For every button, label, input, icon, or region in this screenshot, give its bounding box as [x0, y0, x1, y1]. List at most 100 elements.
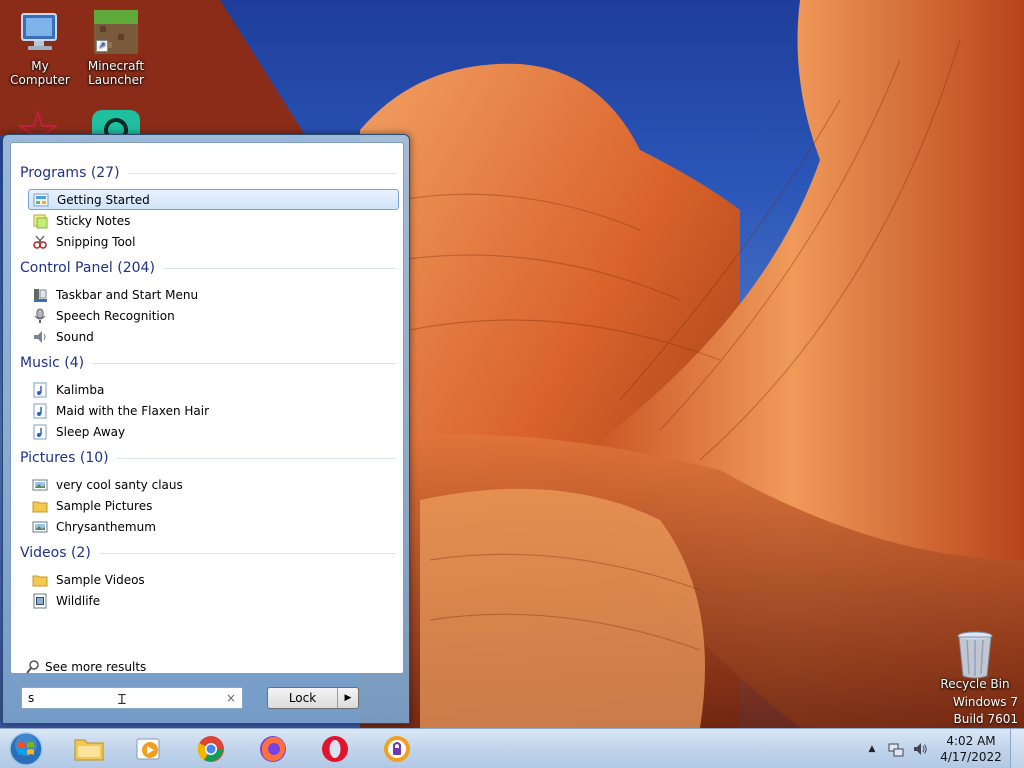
taskbar-clock[interactable]: 4:02 AM 4/17/2022 — [932, 733, 1010, 765]
desktop-icon-partial-star[interactable] — [18, 110, 58, 134]
result-item-maid-flaxen-hair[interactable]: Maid with the Flaxen Hair — [28, 400, 399, 421]
folder-icon — [32, 572, 48, 588]
power-options-arrow-button[interactable]: ▶ — [338, 688, 358, 708]
music-file-icon — [32, 382, 48, 398]
desktop-icon-my-computer[interactable]: My Computer — [0, 8, 80, 87]
category-header-music[interactable]: Music (4) — [20, 353, 396, 373]
start-menu: Programs (27) Getting Started Sticky Not… — [2, 134, 410, 724]
windows-logo-icon — [9, 732, 43, 766]
star-icon — [18, 110, 58, 134]
firefox-icon — [260, 736, 286, 762]
taskbar-opera-button[interactable] — [308, 732, 362, 766]
start-search-box[interactable]: Ɪ × — [21, 687, 243, 709]
desktop-icon-partial-app[interactable] — [92, 110, 142, 134]
result-item-sleep-away[interactable]: Sleep Away — [28, 421, 399, 442]
sticky-notes-icon — [32, 213, 48, 229]
result-label: Chrysanthemum — [56, 519, 156, 534]
result-label: Getting Started — [57, 192, 150, 207]
getting-started-icon — [33, 192, 49, 208]
search-results-panel: Programs (27) Getting Started Sticky Not… — [10, 142, 404, 674]
video-file-icon — [32, 593, 48, 609]
shutdown-split-button: Lock ▶ — [267, 687, 359, 709]
taskbar-firefox-button[interactable] — [246, 732, 300, 766]
microphone-icon — [32, 308, 48, 324]
taskbar-media-player-button[interactable] — [122, 732, 176, 766]
clear-search-button[interactable]: × — [226, 691, 236, 705]
result-label: Maid with the Flaxen Hair — [56, 403, 210, 418]
category-header-control-panel[interactable]: Control Panel (204) — [20, 258, 396, 278]
desktop-icon-label: Minecraft — [87, 59, 145, 73]
app-icon — [92, 110, 140, 134]
windows-build-watermark: Windows 7 Build 7601 — [953, 694, 1018, 728]
result-label: Speech Recognition — [56, 308, 175, 323]
result-item-taskbar-start-menu[interactable]: Taskbar and Start Menu — [28, 284, 399, 305]
result-label: Kalimba — [56, 382, 105, 397]
folder-icon — [74, 739, 104, 761]
volume-icon[interactable] — [911, 740, 929, 758]
text-cursor-icon: Ɪ — [118, 692, 126, 708]
shortcut-arrow-icon: ↗ — [96, 40, 108, 52]
scissors-icon — [32, 234, 48, 250]
result-label: Taskbar and Start Menu — [56, 287, 199, 302]
network-icon[interactable] — [887, 740, 905, 758]
category-header-pictures[interactable]: Pictures (10) — [20, 448, 396, 468]
result-label: Wildlife — [56, 593, 101, 608]
chrome-icon — [197, 736, 224, 762]
desktop-icon-label: Launcher — [88, 73, 144, 87]
result-item-kalimba[interactable]: Kalimba — [28, 379, 399, 400]
category-title: Control Panel (204) — [20, 260, 155, 276]
result-label: Sleep Away — [56, 424, 126, 439]
category-title: Videos (2) — [20, 545, 91, 561]
start-button[interactable] — [6, 731, 46, 767]
category-header-programs[interactable]: Programs (27) — [20, 163, 396, 183]
start-search-input[interactable] — [28, 691, 226, 705]
desktop-icon-recycle-bin[interactable]: Recycle Bin — [935, 630, 1015, 691]
desktop-icon-minecraft-launcher[interactable]: ↗ Minecraft Launcher — [76, 8, 156, 87]
result-item-snipping-tool[interactable]: Snipping Tool — [28, 231, 399, 252]
clock-date: 4/17/2022 — [940, 750, 1002, 764]
taskbar-chrome-button[interactable] — [184, 732, 238, 766]
taskbar-vpn-button[interactable] — [370, 732, 424, 766]
result-item-sound[interactable]: Sound — [28, 326, 399, 347]
result-item-speech-recognition[interactable]: Speech Recognition — [28, 305, 399, 326]
desktop-icon-label: My Computer — [10, 59, 70, 87]
lock-shield-icon — [384, 736, 410, 762]
result-label: Sound — [56, 329, 94, 344]
result-item-very-cool-santy-claus[interactable]: very cool santy claus — [28, 474, 399, 495]
result-item-sticky-notes[interactable]: Sticky Notes — [28, 210, 399, 231]
computer-icon — [16, 8, 64, 56]
watermark-line2: Build 7601 — [953, 712, 1018, 726]
category-title: Music (4) — [20, 355, 85, 371]
show-desktop-button[interactable] — [1010, 729, 1024, 768]
image-file-icon — [32, 477, 48, 493]
category-title: Programs (27) — [20, 165, 120, 181]
result-item-sample-pictures[interactable]: Sample Pictures — [28, 495, 399, 516]
watermark-line1: Windows 7 — [952, 695, 1018, 709]
result-label: very cool santy claus — [56, 477, 183, 492]
recycle-bin-icon — [951, 630, 999, 680]
see-more-results-link[interactable]: See more results — [25, 659, 146, 675]
image-file-icon — [32, 519, 48, 535]
result-item-getting-started[interactable]: Getting Started — [28, 189, 399, 210]
taskbar: ▲ 4:02 AM 4/17/2022 — [0, 728, 1024, 768]
show-hidden-icons-button[interactable]: ▲ — [863, 740, 881, 758]
see-more-label: See more results — [45, 660, 147, 674]
result-label: Sample Videos — [56, 572, 145, 587]
lock-button[interactable]: Lock — [268, 688, 338, 708]
clock-time: 4:02 AM — [946, 734, 996, 748]
media-player-icon — [136, 738, 160, 760]
category-header-videos[interactable]: Videos (2) — [20, 543, 396, 563]
result-label: Sticky Notes — [56, 213, 131, 228]
taskbar-explorer-button[interactable] — [62, 732, 116, 766]
result-item-sample-videos[interactable]: Sample Videos — [28, 569, 399, 590]
result-item-wildlife[interactable]: Wildlife — [28, 590, 399, 611]
result-item-chrysanthemum[interactable]: Chrysanthemum — [28, 516, 399, 537]
result-label: Sample Pictures — [56, 498, 153, 513]
minecraft-icon: ↗ — [92, 8, 140, 56]
magnifier-icon — [25, 659, 41, 675]
system-tray: ▲ 4:02 AM 4/17/2022 — [860, 729, 1024, 768]
music-file-icon — [32, 403, 48, 419]
music-file-icon — [32, 424, 48, 440]
taskbar-icon — [32, 287, 48, 303]
opera-icon — [322, 736, 348, 762]
